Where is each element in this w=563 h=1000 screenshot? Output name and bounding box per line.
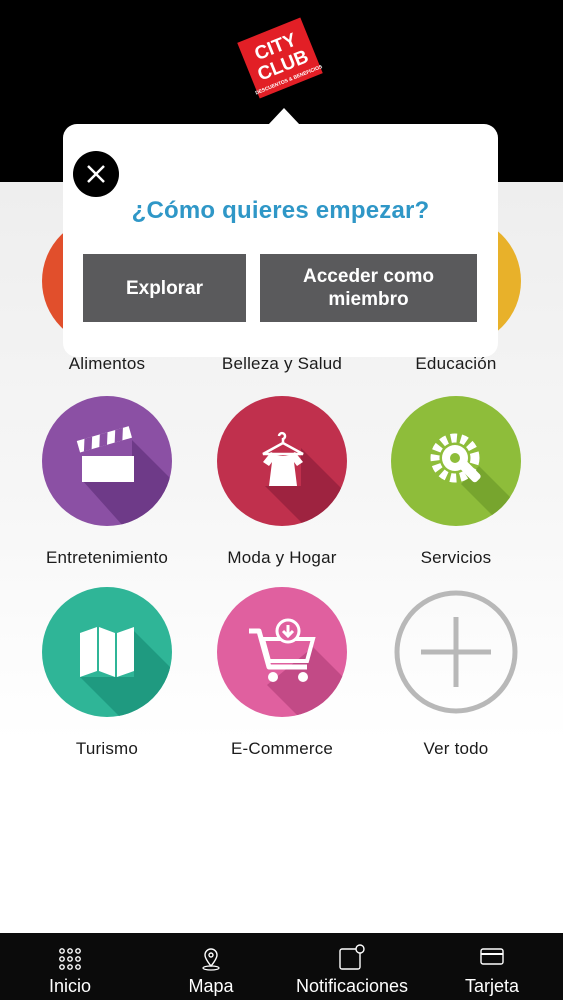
cityclub-logo: CITY CLUB DESCUENTOS & BENEFICIOS [233,11,327,105]
tab-notificaciones[interactable]: Notificaciones [282,933,422,1000]
shirt-hanger-icon [217,396,347,526]
map-icon [42,587,172,717]
member-login-label-line1: Acceder como [303,266,434,287]
category-ver-todo[interactable]: Ver todo [366,587,546,759]
category-label: Servicios [420,548,492,567]
tab-mapa[interactable]: Mapa [161,933,261,1000]
category-label: Moda y Hogar [227,548,337,567]
category-entretenimiento[interactable]: Entretenimiento [17,396,197,568]
tools-gear-icon [391,396,521,526]
category-label: Entretenimiento [45,548,169,567]
clapperboard-icon [42,396,172,526]
plus-icon [391,587,521,717]
category-label: Belleza y Salud [221,354,343,373]
tab-tarjeta[interactable]: Tarjeta [442,933,542,1000]
popup-title: ¿Cómo quieres empezar? [131,197,430,224]
notification-icon [339,944,365,970]
explore-button[interactable]: Explorar [83,254,246,322]
card-icon [480,948,504,965]
category-ecommerce[interactable]: E-Commerce [192,587,372,759]
category-label: Alimentos [68,354,146,373]
map-pin-icon [202,948,220,971]
tab-label: Tarjeta [464,976,520,996]
close-button[interactable] [73,151,119,197]
category-label: Educación [415,354,497,373]
tab-inicio[interactable]: Inicio [20,933,120,1000]
category-turismo[interactable]: Turismo [17,587,197,759]
tab-label: Mapa [188,976,234,996]
category-moda-hogar[interactable]: Moda y Hogar [192,396,372,568]
category-label: Ver todo [423,739,489,758]
grid-icon [59,948,81,970]
close-icon [87,165,105,183]
tab-label: Notificaciones [295,976,409,996]
popup-pointer [268,108,300,125]
tab-label: Inicio [48,976,92,996]
bottom-tab-bar: Inicio Mapa Notificaciones Tarjeta [0,933,563,1000]
member-login-button[interactable]: Acceder como miembro [260,254,477,322]
category-servicios[interactable]: Servicios [366,396,546,568]
shopping-cart-icon [217,587,347,717]
member-login-label-line2: miembro [328,289,409,310]
category-label: Turismo [75,739,139,758]
start-popup [63,124,498,357]
category-label: E-Commerce [230,739,334,758]
